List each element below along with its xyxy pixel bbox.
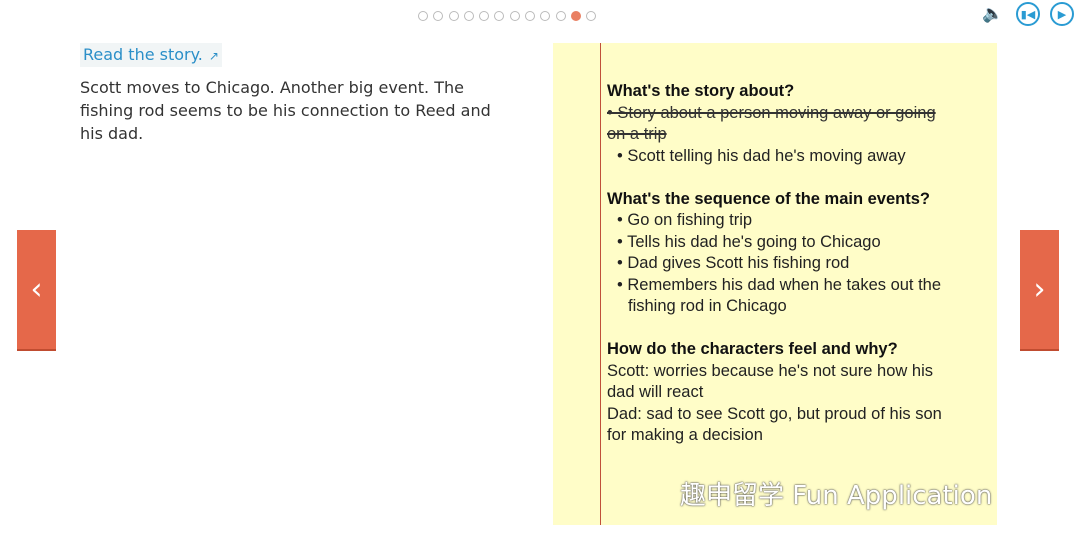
answer-item: • Go on fishing trip xyxy=(617,211,753,229)
answer-item: • Tells his dad he's going to Chicago xyxy=(617,232,881,251)
skip-back-icon: ▮◀ xyxy=(1020,7,1036,21)
progress-dot[interactable] xyxy=(555,11,566,21)
answer-line: Scott: worries because he's not sure how… xyxy=(607,361,933,380)
progress-dot[interactable] xyxy=(479,11,490,21)
progress-dot[interactable] xyxy=(540,11,551,21)
answer-line: Dad: sad to see Scott go, but proud of h… xyxy=(607,404,942,423)
play-button[interactable]: ▶ xyxy=(1050,2,1074,26)
struck-answer: on a trip xyxy=(607,125,667,143)
question-heading: What's the sequence of the main events? xyxy=(607,189,930,208)
question-heading: What's the story about? xyxy=(607,82,795,100)
next-button[interactable]: › xyxy=(1020,230,1059,351)
answer-line: for making a decision xyxy=(607,426,763,444)
chevron-left-icon: ‹ xyxy=(30,272,43,307)
external-link-icon: ↗ xyxy=(208,49,219,63)
margin-line xyxy=(600,43,601,525)
answer-line: dad will react xyxy=(607,383,704,401)
progress-dots xyxy=(418,11,597,21)
speaker-icon[interactable]: 🔈 xyxy=(982,4,1003,24)
question-heading: How do the characters feel and why? xyxy=(607,340,898,358)
read-story-label: Read the story. xyxy=(83,45,203,64)
summary-text: Scott moves to Chicago. Another big even… xyxy=(80,78,491,143)
restart-button[interactable]: ▮◀ xyxy=(1016,2,1040,26)
progress-dot[interactable] xyxy=(448,11,459,21)
progress-dot[interactable] xyxy=(525,11,536,21)
prev-button[interactable]: ‹ xyxy=(17,230,56,351)
progress-dot[interactable] xyxy=(570,11,581,21)
chevron-right-icon: › xyxy=(1033,272,1046,307)
play-icon: ▶ xyxy=(1057,7,1067,21)
notebook-paper: What's the story about? • Story about a … xyxy=(553,43,997,525)
progress-dot[interactable] xyxy=(586,11,597,21)
struck-answer: • Story about a person moving away or go… xyxy=(607,103,936,122)
answer-item: fishing rod in Chicago xyxy=(628,297,787,315)
watermark: 趣申留学 Fun Application xyxy=(680,481,993,511)
notes: What's the story about? • Story about a … xyxy=(607,81,992,447)
answer-item: • Remembers his dad when he takes out th… xyxy=(617,275,942,294)
progress-dot[interactable] xyxy=(509,11,520,21)
progress-dot[interactable] xyxy=(463,11,474,21)
read-story-link[interactable]: Read the story. ↗ xyxy=(80,43,222,67)
answer-item: • Dad gives Scott his fishing rod xyxy=(617,254,850,272)
progress-dot[interactable] xyxy=(418,11,428,21)
progress-dot[interactable] xyxy=(433,11,444,21)
answer-item: • Scott telling his dad he's moving away xyxy=(617,146,906,165)
progress-dot[interactable] xyxy=(494,11,505,21)
